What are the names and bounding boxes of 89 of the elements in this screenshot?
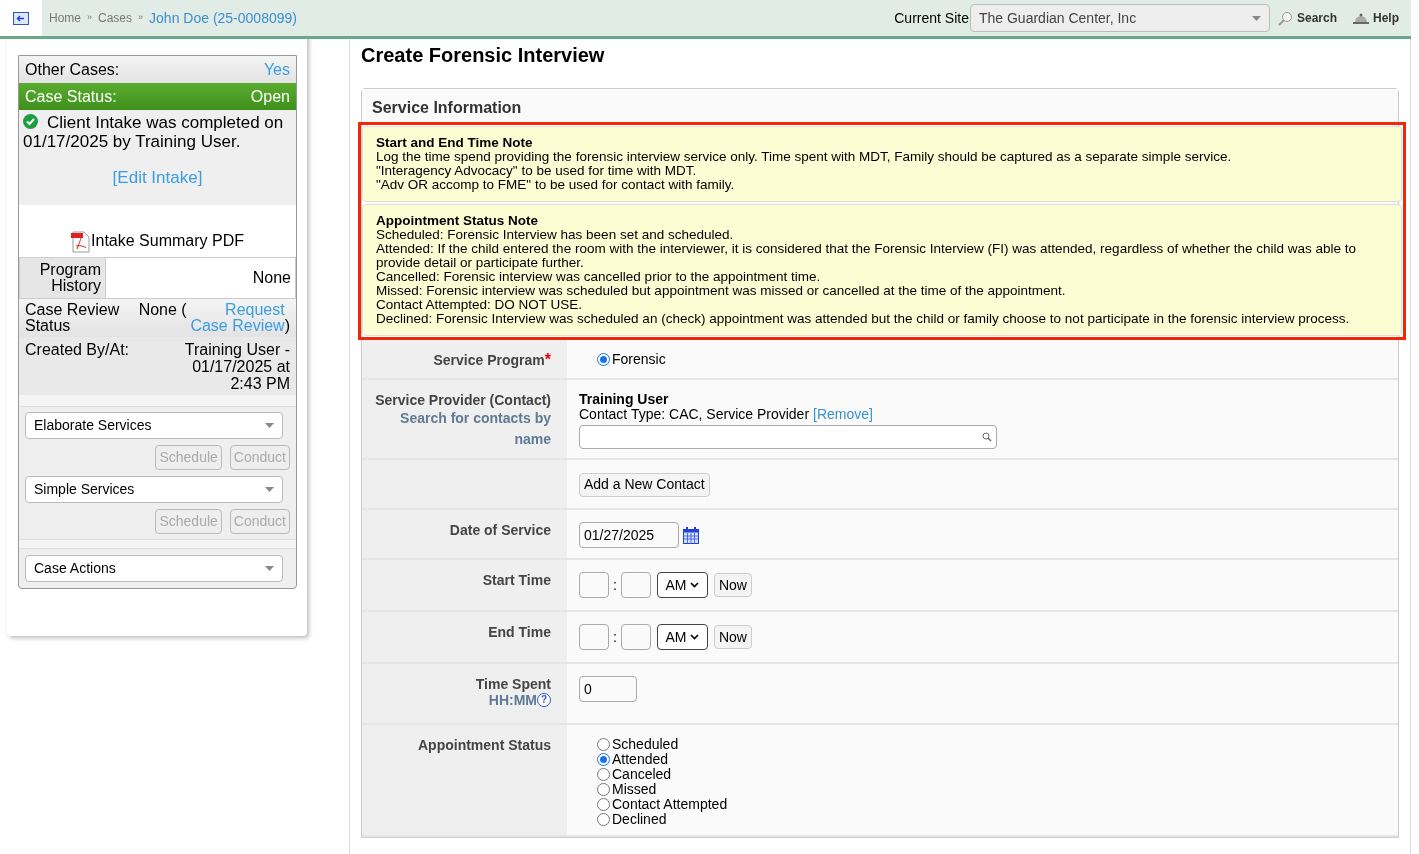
note-title: Appointment Status Note xyxy=(376,214,539,228)
search-button[interactable]: Search xyxy=(1277,9,1337,27)
intake-note: Client Intake was completed on 01/17/2025 by Training User. xyxy=(23,113,285,151)
dropdown[interactable]: Case Actions xyxy=(25,554,283,582)
note-line: Cancelled: Forensic interview was cancelled prior to the appointment time. xyxy=(376,270,822,284)
chevron-icon xyxy=(690,582,700,588)
radio-button[interactable] xyxy=(597,768,610,781)
info-label: Other Cases: xyxy=(25,59,120,80)
status-value: Open xyxy=(250,86,290,107)
field-label: Appointment Status xyxy=(418,737,551,753)
check-circle-icon xyxy=(23,114,38,129)
time-separator: : xyxy=(613,627,617,647)
field-label: Date of Service xyxy=(449,522,551,538)
bell-icon xyxy=(1353,12,1369,24)
caret-icon xyxy=(265,486,274,492)
radio-button[interactable] xyxy=(597,798,610,811)
chevron-icon xyxy=(690,634,700,640)
radio-button[interactable] xyxy=(597,813,610,826)
info-label: Created By/At: xyxy=(25,340,130,360)
contact-name: Training User xyxy=(579,392,670,407)
now-button[interactable]: Now xyxy=(713,625,752,649)
note-line: Log the time spend providing the forensic interview service only. Time spent with MDT, Family should be captured as a separate simple service. xyxy=(376,150,1233,164)
add-contact-button[interactable]: Add a New Contact xyxy=(579,472,710,497)
help-icon[interactable]: ? xyxy=(537,693,551,707)
option-label: Scheduled xyxy=(612,737,679,752)
option-label: Attended xyxy=(612,752,669,767)
page-title: Create Forensic Interview xyxy=(361,43,606,68)
note-line: Contact Attempted: DO NOT USE. xyxy=(376,298,584,312)
date-field[interactable]: 01/27/2025 xyxy=(579,522,679,548)
breadcrumb-separator: » xyxy=(87,11,93,25)
ampm-select[interactable]: AM xyxy=(656,572,708,598)
program-history-label: Program History xyxy=(20,257,106,298)
breadcrumb-separator: » xyxy=(138,11,144,25)
note-line: Missed: Forensic interview was scheduled but appointment was missed or cancelled at the time of the appointment. xyxy=(376,284,1067,298)
dropdown[interactable]: Elaborate Services xyxy=(25,411,283,439)
format-hint: HH:MM xyxy=(488,692,537,708)
search-field[interactable] xyxy=(579,425,997,449)
caret-icon xyxy=(265,565,274,571)
site-select[interactable]: The Guardian Center, Inc xyxy=(969,4,1270,32)
search-hint: Search for contacts by name xyxy=(399,409,551,449)
time-spent-field[interactable]: 0 xyxy=(579,676,637,702)
search-icon xyxy=(982,432,992,442)
dropdown[interactable]: Simple Services xyxy=(25,475,283,503)
note-title: Start and End Time Note xyxy=(376,136,534,150)
field-label: Start Time xyxy=(482,572,551,588)
option-label: Canceled xyxy=(612,767,672,782)
note-line: Declined: Forensic Interview was scheduled an (check) appointment was attended but the child or family choose to not participate in the forensic interview process. xyxy=(376,312,1351,326)
info-label: Case Status: xyxy=(25,86,117,107)
caret-icon xyxy=(265,422,274,428)
radio-button[interactable] xyxy=(597,353,610,366)
minute-field[interactable] xyxy=(620,624,651,650)
contact-type: Contact Type: CAC, Service Provider xyxy=(579,407,810,422)
option-label: Missed xyxy=(612,782,657,797)
current-site-label: Current Site xyxy=(894,8,969,28)
required-mark: * xyxy=(544,351,551,368)
created-value: Training User - 01/17/2025 at 2:43 PM xyxy=(183,340,290,392)
option-label: Declined xyxy=(612,812,667,827)
back-icon[interactable] xyxy=(13,11,29,25)
breadcrumb-link[interactable]: Home xyxy=(49,9,81,27)
search-icon xyxy=(1277,10,1293,26)
program-history-value: None xyxy=(251,267,292,288)
caret-icon xyxy=(1251,15,1261,21)
hour-field[interactable] xyxy=(579,572,609,598)
field-label: Service Provider (Contact) xyxy=(375,392,551,408)
option-label: Contact Attempted xyxy=(612,797,728,812)
review-status: None ( xyxy=(138,301,187,318)
minute-field[interactable] xyxy=(620,572,651,598)
field-label: Service Program xyxy=(433,352,545,368)
pdf-icon xyxy=(71,230,92,253)
radio-button[interactable] xyxy=(597,753,610,766)
hour-field[interactable] xyxy=(579,624,609,650)
option-label: Forensic xyxy=(612,352,666,367)
field-label: End Time xyxy=(488,624,551,640)
info-label: Case Review Status xyxy=(25,301,121,334)
field-label: Time Spent xyxy=(475,676,551,692)
time-separator: : xyxy=(613,575,617,595)
closing-paren: ) xyxy=(284,317,290,334)
breadcrumb-link[interactable]: Cases xyxy=(98,9,133,27)
now-button[interactable]: Now xyxy=(713,573,752,597)
calendar-icon[interactable] xyxy=(683,526,699,544)
ampm-select[interactable]: AM xyxy=(656,624,708,650)
section-title: Service Information xyxy=(362,89,1398,122)
note-line: "Adv OR accomp to FME" to be used for contact with family. xyxy=(376,178,736,192)
radio-button[interactable] xyxy=(597,738,610,751)
help-button[interactable]: Help xyxy=(1353,9,1399,27)
radio-button[interactable] xyxy=(597,783,610,796)
note-line: Scheduled: Forensic Interview has been set and scheduled. xyxy=(376,228,735,242)
note-line: Attended: If the child entered the room with the interviewer, it is considered that the Forensic Interview (FI) was attended, regardless of whether the child was able to provide detail or participate further. xyxy=(376,242,1357,270)
note-line: "Interagency Advocacy" to be used for time with MDT. xyxy=(376,164,698,178)
